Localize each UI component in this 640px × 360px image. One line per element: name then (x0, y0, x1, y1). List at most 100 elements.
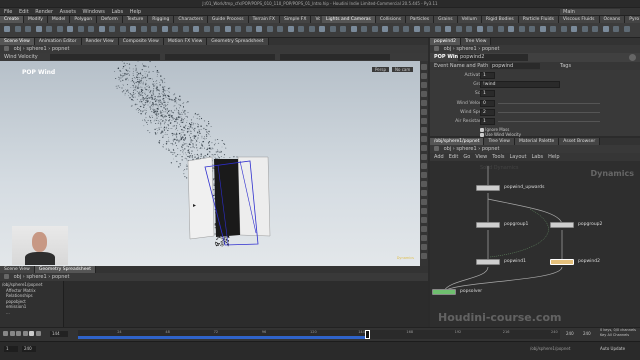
wind-velocity-field[interactable] (50, 54, 160, 60)
shelf-tool-icon[interactable] (56, 26, 63, 32)
viewport-tool-icon[interactable] (421, 226, 427, 232)
shelf-tool-icon[interactable] (329, 26, 336, 32)
path-obj[interactable]: obj (14, 274, 22, 280)
shelf-tab-right-7[interactable]: Viscous Fluids (558, 16, 600, 23)
param-tab-1[interactable]: Tree View (460, 38, 492, 45)
shelf-tool-icon[interactable] (434, 26, 441, 32)
viewport-tool-icon[interactable] (421, 199, 427, 205)
shelf-tab-7[interactable]: Characters (174, 16, 208, 23)
viewport-tool-icon[interactable] (421, 208, 427, 214)
shelf-tool-icon[interactable] (602, 26, 609, 32)
viewport-tool-icon[interactable] (421, 91, 427, 97)
end-frame-field-2[interactable]: 240 (583, 331, 591, 336)
shelf-tool-icon[interactable] (508, 26, 514, 32)
back-icon[interactable] (4, 46, 9, 51)
menu-windows[interactable]: Windows (83, 9, 105, 15)
node-2[interactable]: popgroup2 (550, 222, 602, 228)
viewport-tab-5[interactable]: Geometry Spreadsheet (207, 38, 269, 45)
shelf-tool-icon[interactable] (287, 26, 294, 32)
network-menu-labs[interactable]: Labs (532, 154, 544, 160)
viewport-tool-icon[interactable] (421, 100, 427, 106)
shelf-tool-icon[interactable] (77, 26, 84, 32)
shelf-tool-icon[interactable] (476, 26, 483, 32)
viewport-tab-2[interactable]: Render View (81, 38, 119, 45)
shelf-tool-icon[interactable] (413, 26, 420, 32)
play-icon[interactable] (29, 331, 35, 336)
shelf-tool-icon[interactable] (4, 26, 10, 32)
shelf-tool-icon[interactable] (109, 26, 115, 32)
network-menu-go[interactable]: Go (463, 154, 470, 160)
help-icon[interactable] (629, 54, 636, 61)
shelf-tool-icon[interactable] (245, 26, 252, 32)
path-sphere1[interactable]: sphere1 (26, 274, 46, 280)
param-value[interactable]: 1 (480, 72, 495, 79)
rewind-icon[interactable] (3, 331, 8, 336)
shelf-tab-right-0[interactable]: Lights and Cameras (322, 16, 376, 23)
path-sphere1[interactable]: sphere1 (26, 46, 46, 52)
end-frame-field-status[interactable]: 240 (22, 346, 36, 352)
menu-edit[interactable]: Edit (19, 9, 29, 15)
viewport-tool-icon[interactable] (421, 172, 427, 178)
shelf-tool-icon[interactable] (518, 26, 525, 32)
param-slider[interactable] (498, 121, 600, 122)
shelf-tool-icon[interactable] (277, 26, 283, 32)
viewport-tool-icon[interactable] (421, 64, 427, 70)
viewport-tool-icon[interactable] (421, 154, 427, 160)
menu-file[interactable]: File (4, 9, 12, 15)
sheet-tab-0[interactable]: Scene View (0, 266, 35, 273)
back-icon[interactable] (434, 46, 439, 51)
shelf-tool-icon[interactable] (392, 26, 399, 32)
node-5[interactable]: popsolver (432, 289, 482, 295)
path-obj[interactable]: obj (444, 46, 452, 52)
shelf-tool-icon[interactable] (581, 26, 588, 32)
tab-tags[interactable]: Tags (560, 62, 571, 70)
viewport-tool-icon[interactable] (421, 217, 427, 223)
shelf-tool-icon[interactable] (361, 26, 367, 32)
shelf-tool-icon[interactable] (193, 26, 199, 32)
viewport-tool-icon[interactable] (421, 109, 427, 115)
use-wind-velocity-checkbox[interactable]: Use Wind Velocity (480, 132, 521, 137)
shelf-tool-icon[interactable] (256, 26, 262, 32)
shelf-tab-3[interactable]: Polygon (70, 16, 98, 23)
path-popnet[interactable]: popnet (482, 46, 500, 52)
node-1[interactable]: popgroup1 (476, 222, 528, 228)
playhead[interactable] (365, 330, 370, 339)
shelf-tool-icon[interactable] (455, 26, 462, 32)
shelf-tool-icon[interactable] (529, 26, 535, 32)
shelf-tool-icon[interactable] (319, 26, 325, 32)
shelf-tab-8[interactable]: Guide Process (207, 16, 249, 23)
viewport-tab-4[interactable]: Motion FX View (163, 38, 208, 45)
shelf-tool-icon[interactable] (151, 26, 157, 32)
wind-velocity-field-3[interactable] (280, 54, 390, 60)
param-value[interactable]: !wind (480, 81, 560, 88)
shelf-tool-icon[interactable] (466, 26, 472, 32)
shelf-tool-icon[interactable] (571, 26, 577, 32)
play-reverse-icon[interactable] (16, 331, 22, 336)
shelf-tab-right-1[interactable]: Collisions (375, 16, 407, 23)
network-tab-3[interactable]: Asset Browser (559, 138, 601, 145)
shelf-tool-icon[interactable] (350, 26, 357, 32)
shelf-tool-icon[interactable] (67, 26, 73, 32)
viewport-tool-icon[interactable] (421, 127, 427, 133)
param-value[interactable]: 1 (480, 90, 495, 97)
shelf-tool-icon[interactable] (266, 26, 273, 32)
shelf-tab-5[interactable]: Texture (122, 16, 149, 23)
shelf-tab-right-3[interactable]: Grains (434, 16, 458, 23)
shelf-tool-icon[interactable] (403, 26, 409, 32)
shelf-tab-11[interactable]: Volume (311, 16, 320, 23)
start-frame-field[interactable]: 1 (4, 346, 18, 352)
shelf-tool-icon[interactable] (487, 26, 493, 32)
path-popnet[interactable]: popnet (52, 46, 70, 52)
node-name-field[interactable]: popwind2 (458, 54, 528, 61)
viewport-tool-icon[interactable] (421, 235, 427, 241)
shelf-tool-icon[interactable] (497, 26, 504, 32)
network-menu-add[interactable]: Add (434, 154, 444, 160)
viewport[interactable]: POP Wind Persp No cam ▸ Dynamics (0, 61, 420, 266)
network-tab-2[interactable]: Material Palette (514, 138, 560, 145)
node-0[interactable]: popwind_upwards (476, 185, 544, 191)
network-tab-1[interactable]: Tree View (484, 138, 515, 145)
shelf-tool-icon[interactable] (382, 26, 388, 32)
shelf-tool-icon[interactable] (235, 26, 241, 32)
shelf-tool-icon[interactable] (98, 26, 105, 32)
wind-velocity-field-2[interactable] (165, 54, 275, 60)
